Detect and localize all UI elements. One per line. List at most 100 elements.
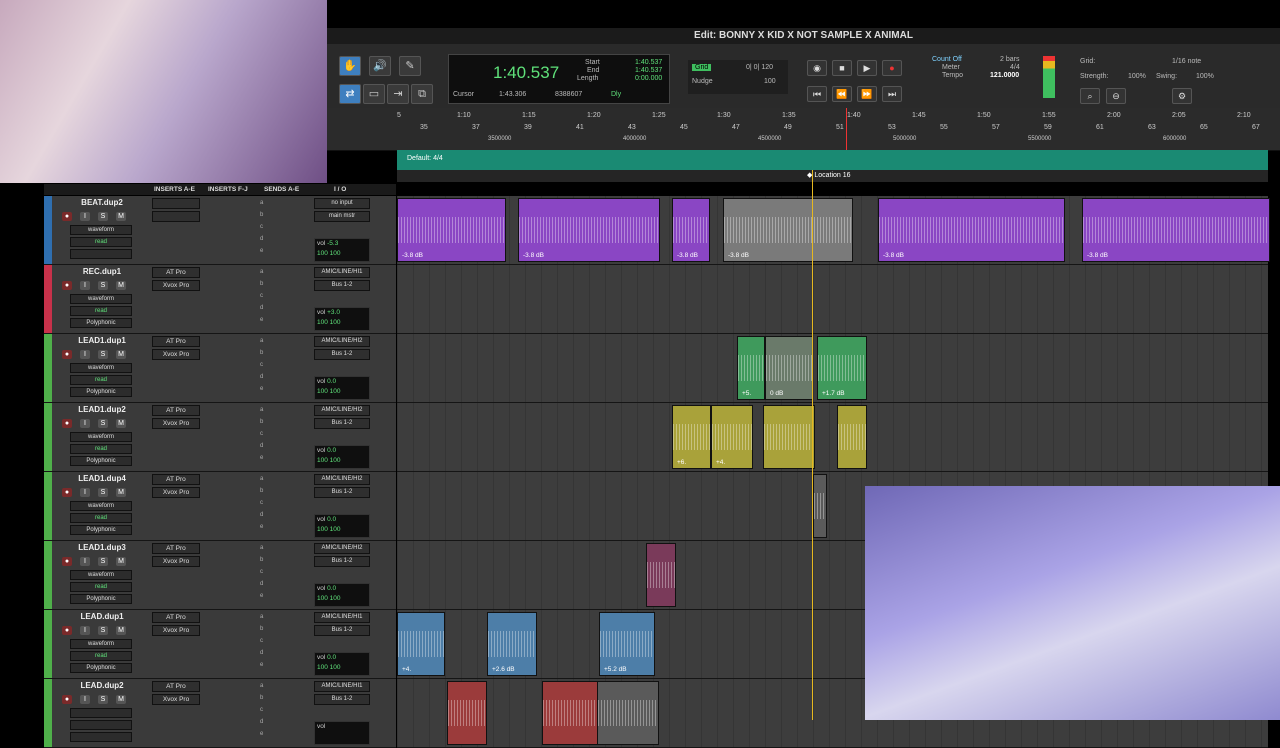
elastic-mode[interactable]: Polyphonic: [70, 594, 132, 604]
clip-gain[interactable]: +2.6 dB: [492, 666, 515, 673]
input-monitor-button[interactable]: I: [80, 212, 90, 221]
view-selector[interactable]: waveform: [70, 225, 132, 235]
input-selector[interactable]: AMIC/LINE/HI2: [314, 336, 370, 347]
record-icon[interactable]: ●: [882, 60, 902, 76]
automation-mode[interactable]: read: [70, 375, 132, 385]
mute-button[interactable]: M: [116, 419, 126, 428]
send-slot-d[interactable]: d: [260, 650, 263, 656]
solo-button[interactable]: S: [98, 281, 108, 290]
audio-clip[interactable]: +1.7 dB: [817, 336, 867, 400]
timeline-ruler[interactable]: 5 1:10 1:15 1:20 1:25 1:30 1:35 1:40 1:45 1:50 1:5…: [327, 108, 1280, 151]
input-selector[interactable]: AMIC/LINE/HI2: [314, 543, 370, 554]
send-slot-d[interactable]: d: [260, 374, 263, 380]
audio-clip[interactable]: +2.6 dB: [487, 612, 537, 676]
audio-clip[interactable]: -3.8 dB: [518, 198, 660, 262]
clip-gain[interactable]: +5.: [742, 390, 751, 397]
send-slot-e[interactable]: e: [260, 593, 263, 599]
marker-ruler[interactable]: ◆ Location 16: [397, 170, 1268, 182]
send-slot-c[interactable]: c: [260, 431, 263, 437]
send-slot-c[interactable]: c: [260, 500, 263, 506]
audio-clip[interactable]: [837, 405, 867, 469]
send-slot-a[interactable]: a: [260, 200, 263, 206]
volume-pan-readout[interactable]: vol -5.3 100 100: [314, 238, 370, 262]
solo-button[interactable]: S: [98, 557, 108, 566]
select-tool-icon[interactable]: ⇥: [387, 84, 409, 104]
view-selector[interactable]: waveform: [70, 639, 132, 649]
solo-button[interactable]: S: [98, 212, 108, 221]
elastic-mode[interactable]: Polyphonic: [70, 663, 132, 673]
output-selector[interactable]: Bus 1-2: [314, 556, 370, 567]
track-name[interactable]: LEAD1.dup1: [58, 336, 146, 345]
audio-clip[interactable]: -3.8 dB: [1082, 198, 1270, 262]
audio-clip[interactable]: -3.8 dB: [878, 198, 1065, 262]
input-selector[interactable]: no input: [314, 198, 370, 209]
meter-ruler[interactable]: Default: 4/4: [397, 150, 1268, 170]
track-lane[interactable]: [397, 265, 1268, 334]
send-slot-e[interactable]: e: [260, 455, 263, 461]
mute-button[interactable]: M: [116, 212, 126, 221]
mute-button[interactable]: M: [116, 350, 126, 359]
track-lane[interactable]: +6. +4.: [397, 403, 1268, 472]
tempo-value[interactable]: 121.0000: [990, 72, 1019, 79]
mute-button[interactable]: M: [116, 488, 126, 497]
insert-slot-a[interactable]: AT Pro: [152, 336, 200, 347]
track-lane[interactable]: +5. 0 dB +1.7 dB: [397, 334, 1268, 403]
send-slot-e[interactable]: e: [260, 248, 263, 254]
track-header[interactable]: LEAD1.dup1 ● I S M waveform read Polypho…: [44, 334, 396, 403]
elastic-mode[interactable]: Polyphonic: [70, 318, 132, 328]
audio-clip[interactable]: [646, 543, 676, 607]
send-slot-c[interactable]: c: [260, 362, 263, 368]
input-selector[interactable]: AMIC/LINE/HI1: [314, 267, 370, 278]
record-arm-button[interactable]: ●: [62, 695, 72, 704]
elastic-mode[interactable]: Polyphonic: [70, 456, 132, 466]
volume-pan-readout[interactable]: vol 0.0 100 100: [314, 376, 370, 400]
send-slot-d[interactable]: d: [260, 443, 263, 449]
insert-slot-b[interactable]: Xvox Pro: [152, 349, 200, 360]
output-selector[interactable]: Bus 1-2: [314, 349, 370, 360]
audio-clip[interactable]: -3.8 dB: [723, 198, 853, 262]
record-arm-button[interactable]: ●: [62, 350, 72, 359]
view-selector[interactable]: waveform: [70, 363, 132, 373]
automation-mode[interactable]: read: [70, 582, 132, 592]
nudge-value[interactable]: 100: [764, 78, 776, 85]
automation-mode[interactable]: [70, 720, 132, 730]
input-monitor-button[interactable]: I: [80, 281, 90, 290]
clip-gain[interactable]: -3.8 dB: [728, 252, 749, 259]
audio-clip[interactable]: [813, 474, 827, 538]
fast-forward-icon[interactable]: ⏩: [857, 86, 877, 102]
view-selector[interactable]: waveform: [70, 570, 132, 580]
send-slot-e[interactable]: e: [260, 386, 263, 392]
input-monitor-button[interactable]: I: [80, 350, 90, 359]
clip-gain[interactable]: -3.8 dB: [1087, 252, 1108, 259]
insert-slot-b[interactable]: Xvox Pro: [152, 556, 200, 567]
input-monitor-button[interactable]: I: [80, 626, 90, 635]
grid-label[interactable]: Grid: [692, 64, 712, 71]
clip-gain[interactable]: +5.2 dB: [604, 666, 627, 673]
strength-value[interactable]: 100%: [1128, 73, 1146, 80]
clip-gain[interactable]: +1.7 dB: [822, 390, 845, 397]
grid-value[interactable]: 0| 0| 120: [746, 64, 773, 71]
clip-gain[interactable]: +4.: [716, 459, 725, 466]
send-slot-a[interactable]: a: [260, 614, 263, 620]
clip-gain[interactable]: -3.8 dB: [883, 252, 904, 259]
smart-tool-icon[interactable]: ⇄: [339, 84, 361, 104]
input-selector[interactable]: AMIC/LINE/HI2: [314, 405, 370, 416]
input-monitor-button[interactable]: I: [80, 419, 90, 428]
volume-pan-readout[interactable]: vol 0.0 100 100: [314, 652, 370, 676]
nudge-label[interactable]: Nudge: [692, 78, 713, 85]
track-header[interactable]: LEAD1.dup3 ● I S M waveform read Polypho…: [44, 541, 396, 610]
record-arm-button[interactable]: ●: [62, 212, 72, 221]
record-arm-button[interactable]: ●: [62, 419, 72, 428]
insert-slot-b[interactable]: Xvox Pro: [152, 625, 200, 636]
go-to-end-icon[interactable]: ⏭: [882, 86, 902, 102]
insert-slot-a[interactable]: AT Pro: [152, 543, 200, 554]
swing-value[interactable]: 100%: [1196, 73, 1214, 80]
view-selector[interactable]: waveform: [70, 501, 132, 511]
track-name[interactable]: BEAT.dup2: [58, 198, 146, 207]
clip-gain[interactable]: -3.8 dB: [523, 252, 544, 259]
input-selector[interactable]: AMIC/LINE/HI1: [314, 681, 370, 692]
elastic-mode[interactable]: [70, 249, 132, 259]
gear-icon[interactable]: ⚙: [1172, 88, 1192, 104]
zoom-icon[interactable]: ⌕: [1080, 88, 1100, 104]
clip-gain[interactable]: +6.: [677, 459, 686, 466]
